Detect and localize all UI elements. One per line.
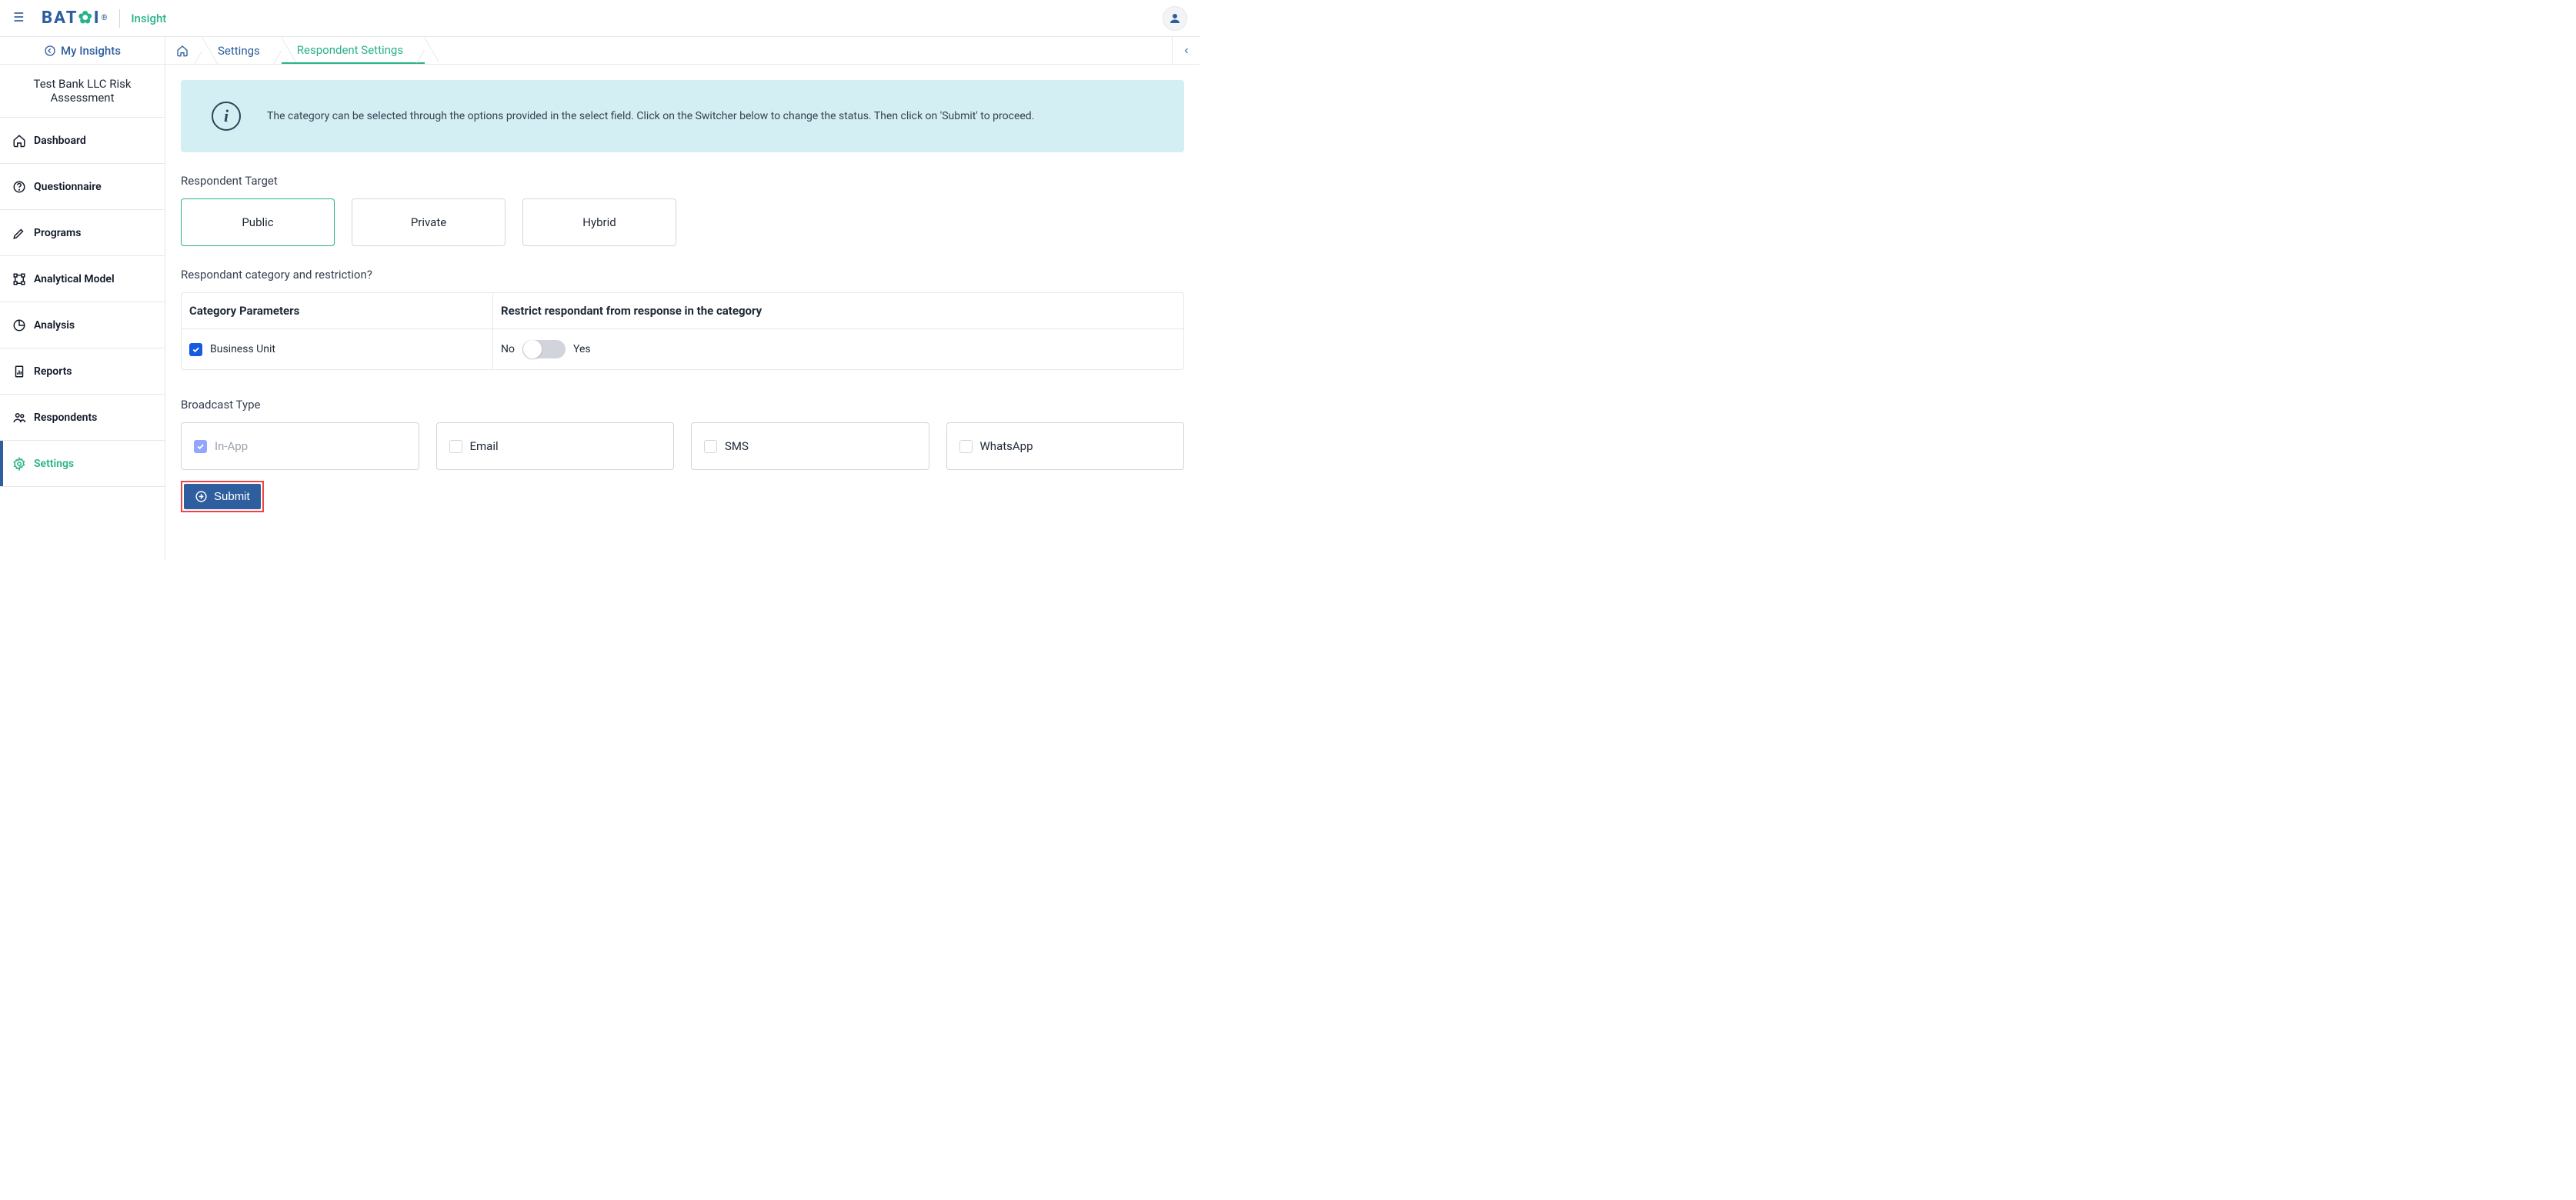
nav-questionnaire[interactable]: Questionnaire: [0, 164, 165, 210]
breadcrumb-settings[interactable]: Settings: [202, 37, 282, 64]
nav-label: Dashboard: [34, 135, 86, 147]
check-icon: [196, 442, 205, 451]
restrict-toggle[interactable]: [522, 340, 566, 358]
toggle-knob: [523, 340, 542, 358]
breadcrumb-collapse[interactable]: [1172, 37, 1200, 64]
nav-analysis[interactable]: Analysis: [0, 302, 165, 348]
nav-label: Settings: [34, 458, 74, 470]
inapp-checkbox[interactable]: [194, 440, 207, 453]
category-name: Business Unit: [210, 343, 275, 355]
nav-label: Analysis: [34, 319, 75, 332]
user-avatar[interactable]: [1163, 6, 1187, 31]
nav-label: Respondents: [34, 412, 97, 424]
home-icon: [12, 134, 26, 148]
nav-settings[interactable]: Settings: [0, 441, 165, 487]
sidebar: My Insights Test Bank LLC Risk Assessmen…: [0, 37, 165, 560]
category-restriction-label: Respondant category and restriction?: [181, 268, 1184, 282]
submit-label: Submit: [214, 490, 250, 503]
my-insights-label: My Insights: [61, 44, 121, 58]
broadcast-whatsapp[interactable]: WhatsApp: [946, 422, 1185, 470]
switch-yes-label: Yes: [573, 343, 591, 355]
broadcast-label: Email: [470, 439, 499, 453]
brand-divider: [119, 9, 120, 28]
target-option-public[interactable]: Public: [181, 198, 335, 246]
business-unit-checkbox[interactable]: [189, 343, 202, 356]
option-label: Private: [411, 215, 446, 229]
info-text: The category can be selected through the…: [267, 110, 1034, 122]
breadcrumb: Settings Respondent Settings: [165, 37, 1200, 65]
table-header-row: Category Parameters Restrict respondant …: [182, 293, 1183, 328]
report-icon: [12, 365, 26, 378]
info-banner: i The category can be selected through t…: [181, 80, 1184, 152]
col-header-restrict: Restrict respondant from response in the…: [493, 293, 1183, 328]
check-icon: [192, 345, 200, 354]
breadcrumb-respondent-settings[interactable]: Respondent Settings: [282, 37, 425, 64]
breadcrumb-label: Respondent Settings: [297, 43, 403, 57]
broadcast-label: WhatsApp: [980, 439, 1033, 453]
option-label: Hybrid: [582, 215, 616, 229]
whatsapp-checkbox[interactable]: [959, 440, 973, 453]
broadcast-email[interactable]: Email: [436, 422, 675, 470]
broadcast-sms[interactable]: SMS: [691, 422, 929, 470]
users-icon: [12, 411, 26, 425]
breadcrumb-label: Settings: [218, 44, 260, 58]
broadcast-label: SMS: [725, 439, 749, 453]
broadcast-type-label: Broadcast Type: [181, 398, 1184, 412]
nav-label: Programs: [34, 227, 81, 239]
col-header-category: Category Parameters: [182, 293, 493, 328]
option-label: Public: [242, 215, 273, 229]
sms-checkbox[interactable]: [704, 440, 717, 453]
home-icon: [176, 45, 189, 57]
broadcast-inapp[interactable]: In-App: [181, 422, 419, 470]
email-checkbox[interactable]: [449, 440, 462, 453]
nav-analytical-model[interactable]: Analytical Model: [0, 256, 165, 302]
submit-button[interactable]: Submit: [184, 484, 261, 509]
broadcast-label: In-App: [215, 439, 248, 453]
info-icon: i: [212, 102, 241, 131]
nav-reports[interactable]: Reports: [0, 348, 165, 395]
my-insights-link[interactable]: My Insights: [0, 37, 165, 65]
nav-label: Reports: [34, 365, 72, 378]
table-row: Business Unit No Yes: [182, 328, 1183, 369]
nav-programs[interactable]: Programs: [0, 210, 165, 256]
pie-icon: [12, 318, 26, 332]
nav-label: Analytical Model: [34, 273, 115, 285]
main: Settings Respondent Settings i The categ…: [165, 37, 1200, 560]
nav-dashboard[interactable]: Dashboard: [0, 118, 165, 164]
target-option-private[interactable]: Private: [352, 198, 506, 246]
respondent-target-label: Respondent Target: [181, 174, 1184, 188]
target-option-hybrid[interactable]: Hybrid: [522, 198, 676, 246]
brand-logo[interactable]: BAT✿I®: [42, 8, 108, 28]
category-table: Category Parameters Restrict respondant …: [181, 292, 1184, 370]
arrow-circle-right-icon: [195, 490, 208, 503]
switch-no-label: No: [501, 343, 515, 355]
project-title: Test Bank LLC Risk Assessment: [0, 65, 165, 118]
question-icon: [12, 180, 26, 194]
menu-toggle-icon[interactable]: [12, 9, 28, 28]
pen-icon: [12, 226, 26, 240]
topbar: BAT✿I® Insight: [0, 0, 1200, 37]
model-icon: [12, 272, 26, 286]
submit-highlight-frame: Submit: [181, 481, 264, 512]
breadcrumb-home[interactable]: [165, 37, 202, 64]
brand-product[interactable]: Insight: [131, 12, 166, 25]
chevron-left-icon: [1182, 46, 1191, 55]
gear-icon: [12, 457, 26, 471]
nav-respondents[interactable]: Respondents: [0, 395, 165, 441]
nav-label: Questionnaire: [34, 181, 102, 193]
